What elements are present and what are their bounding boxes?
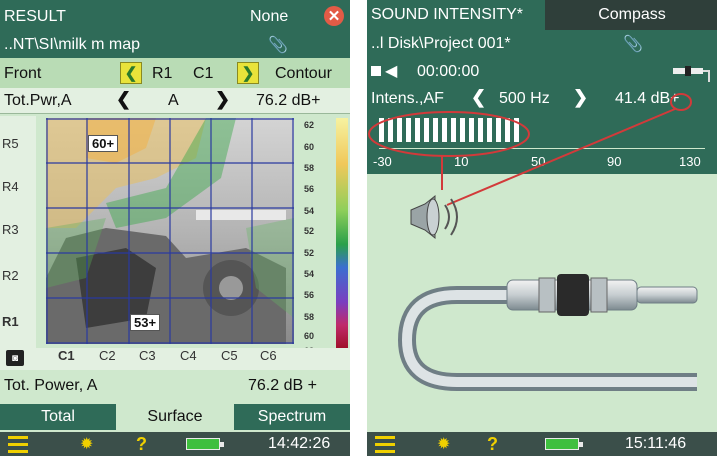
view-row: Front ❮ R1 C1 ❯ Contour <box>0 58 350 88</box>
weighting-label: A <box>168 92 179 109</box>
callout-line <box>446 108 676 206</box>
tab-spectrum[interactable]: Spectrum <box>234 404 350 430</box>
scale-tick: 58 <box>304 163 315 173</box>
next-cell-button[interactable]: ❯ <box>237 62 259 84</box>
scale-tick: 52 <box>304 226 315 236</box>
source-label[interactable]: None <box>250 8 288 26</box>
tab-bar: Total Surface Spectrum <box>0 404 350 430</box>
speaker-illustration <box>410 194 458 240</box>
battery-icon[interactable] <box>545 432 583 456</box>
cursor-col: C1 <box>193 65 214 82</box>
status-bar: ✹ ? 14:42:26 <box>0 432 350 456</box>
result-value: 76.2 dB + <box>248 377 317 394</box>
close-icon[interactable]: ✕ <box>324 6 344 26</box>
scale-tick: 52 <box>304 248 315 258</box>
value-callout-ellipse <box>670 93 692 111</box>
backlight-icon[interactable]: ✹ <box>80 432 93 456</box>
tab-surface[interactable]: Surface <box>116 404 234 430</box>
paperclip-icon[interactable]: 📎 <box>268 35 288 55</box>
scale-tick: 56 <box>304 184 315 194</box>
parameter-row: Tot.Pwr,A ❮ A ❯ 76.2 dB+ <box>0 88 350 114</box>
scale-tick: 54 <box>304 269 315 279</box>
speaker-icon[interactable]: ◀ <box>385 61 397 81</box>
row-label[interactable]: R4 <box>2 179 19 194</box>
row-label[interactable]: R2 <box>2 268 19 283</box>
contour-map[interactable]: 60+ 53+ <box>46 118 294 344</box>
menu-icon[interactable] <box>375 432 395 456</box>
column-label[interactable]: C4 <box>180 348 197 363</box>
help-icon[interactable]: ? <box>136 432 147 456</box>
header-tabs: SOUND INTENSITY* Compass <box>367 0 717 30</box>
scale-tick: 60 <box>304 142 315 152</box>
status-bar: ✹ ? 15:11:46 <box>367 432 717 456</box>
column-label[interactable]: C5 <box>221 348 238 363</box>
sound-intensity-screen: SOUND INTENSITY* Compass ..l Disk\Projec… <box>367 0 717 456</box>
screen-title: RESULT <box>4 8 66 25</box>
clock: 15:11:46 <box>625 435 687 452</box>
tab-compass[interactable]: Compass <box>547 0 717 30</box>
scale-tick: 62 <box>304 120 315 130</box>
scale-tick: 54 <box>304 206 315 216</box>
camera-icon[interactable]: ◙ <box>6 350 24 366</box>
path-row: ..NT\SI\milk m map 📎 <box>0 32 350 58</box>
tab-sound-intensity[interactable]: SOUND INTENSITY* <box>367 0 545 30</box>
min-level-badge: 53+ <box>130 314 161 331</box>
scale-tick: 56 <box>304 290 315 300</box>
result-label[interactable]: Tot. Power, A <box>4 377 97 395</box>
parameter-value: 76.2 dB+ <box>256 92 321 109</box>
parameter-label[interactable]: Tot.Pwr,A <box>4 92 72 110</box>
backlight-icon[interactable]: ✹ <box>437 432 450 456</box>
contour-map-image <box>46 118 294 344</box>
column-label-row: ◙ C1 C2 C3 C4 C5 C6 <box>0 348 350 370</box>
battery-icon[interactable] <box>186 432 224 456</box>
meter-callout-ellipse <box>368 111 530 157</box>
prev-weighting-icon[interactable]: ❮ <box>116 89 131 110</box>
column-label[interactable]: C6 <box>260 348 277 363</box>
row-label-column: R5 R4 R3 R2 R1 <box>0 116 36 348</box>
column-label[interactable]: C1 <box>58 348 75 363</box>
prev-cell-button[interactable]: ❮ <box>120 62 142 84</box>
file-path[interactable]: ..NT\SI\milk m map <box>4 36 140 54</box>
max-level-badge: 60+ <box>88 135 119 152</box>
scale-tick: 60 <box>304 331 315 341</box>
result-row: Tot. Power, A 76.2 dB + <box>0 372 350 400</box>
probe-illustration <box>397 274 698 391</box>
row-label[interactable]: R3 <box>2 222 19 237</box>
mode-label[interactable]: Contour <box>275 65 332 83</box>
help-icon[interactable]: ? <box>487 432 498 456</box>
column-label[interactable]: C2 <box>99 348 116 363</box>
tab-total[interactable]: Total <box>0 404 116 430</box>
path-row: ..l Disk\Project 001* 📎 <box>367 30 717 58</box>
result-screen: RESULT None ✕ ..NT\SI\milk m map 📎 Front… <box>0 0 350 456</box>
project-path[interactable]: ..l Disk\Project 001* <box>371 35 511 53</box>
row-label[interactable]: R1 <box>2 314 19 329</box>
menu-icon[interactable] <box>8 432 28 456</box>
color-scale: 62 60 58 56 54 52 52 54 56 58 60 62 <box>300 118 350 356</box>
column-label[interactable]: C3 <box>139 348 156 363</box>
elapsed-time: 00:00:00 <box>417 63 480 80</box>
row-label[interactable]: R5 <box>2 136 19 151</box>
cursor-row: R1 <box>152 65 173 82</box>
clock: 14:42:26 <box>268 435 331 452</box>
scale-tick: 58 <box>304 312 315 322</box>
color-scale-bar <box>336 118 348 348</box>
paperclip-icon[interactable]: 📎 <box>623 34 643 54</box>
view-label[interactable]: Front <box>4 65 41 83</box>
stop-icon[interactable] <box>371 66 381 76</box>
next-weighting-icon[interactable]: ❯ <box>215 89 230 110</box>
title-bar: RESULT None ✕ <box>0 0 350 32</box>
